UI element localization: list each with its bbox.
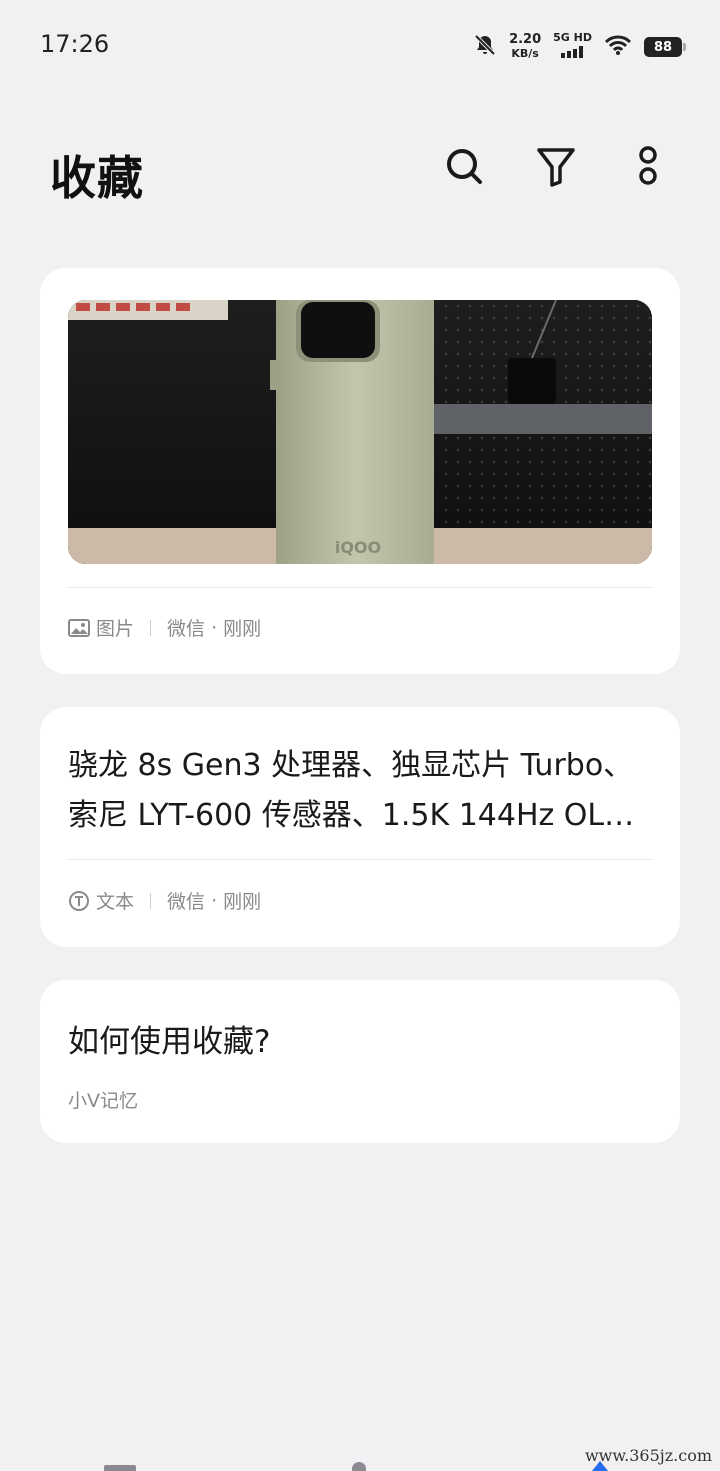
meta-separator (150, 892, 152, 909)
card-type-label: 文本 (96, 891, 135, 913)
card-text-line: 索尼 LYT-600 传感器、1.5K 144Hz OLED… (68, 798, 652, 833)
bottom-nav-item[interactable] (104, 1465, 136, 1471)
app-header: 收藏 (0, 120, 720, 220)
network-type: 5G HD (553, 31, 592, 44)
card-text-line: 骁龙 8s Gen3 处理器、独显芯片 Turbo、 (68, 748, 634, 783)
help-card[interactable]: 如何使用收藏? 小V记忆 (40, 980, 680, 1143)
card-type-label: 图片 (96, 618, 135, 640)
net-speed-unit: KB/s (511, 47, 539, 60)
filter-button[interactable] (532, 144, 580, 192)
status-bar: 17:26 2.20 KB/s 5G HD 88 (0, 0, 720, 94)
help-title: 如何使用收藏? (68, 1024, 271, 1060)
card-time: 刚刚 (223, 618, 262, 640)
card-text-content: 骁龙 8s Gen3 处理器、独显芯片 Turbo、 索尼 LYT-600 传感… (68, 741, 652, 841)
meta-separator (150, 619, 152, 636)
more-options-button[interactable] (624, 144, 672, 192)
search-button[interactable] (440, 144, 488, 192)
meta-dot: · (205, 616, 224, 639)
card-time: 刚刚 (223, 891, 262, 913)
status-icons: 2.20 KB/s 5G HD 88 (473, 30, 686, 64)
network-speed: 2.20 KB/s (509, 33, 541, 61)
card-source: 微信 (167, 891, 206, 913)
meta-dot: · (205, 889, 224, 912)
image-icon (68, 618, 90, 637)
bottom-nav-item[interactable] (352, 1462, 366, 1471)
status-time: 17:26 (40, 30, 110, 58)
page-title: 收藏 (50, 151, 144, 205)
more-vertical-icon (636, 144, 660, 192)
battery-indicator: 88 (644, 37, 686, 57)
wifi-icon (604, 34, 632, 60)
favorite-card-image[interactable]: iQOO 图片 微信 · 刚刚 (40, 268, 680, 674)
card-divider (68, 859, 652, 860)
favorite-card-text[interactable]: 骁龙 8s Gen3 处理器、独显芯片 Turbo、 索尼 LYT-600 传感… (40, 707, 680, 947)
card-source: 微信 (167, 618, 206, 640)
favorite-photo[interactable]: iQOO (68, 300, 652, 564)
mute-bell-icon (473, 33, 497, 61)
search-icon (444, 146, 484, 190)
card-meta: 图片 微信 · 刚刚 (68, 614, 261, 641)
signal-bars-icon (560, 43, 586, 62)
help-source: 小V记忆 (68, 1090, 138, 1112)
net-speed-value: 2.20 (509, 32, 542, 47)
phone-brand-logo: iQOO (335, 538, 381, 557)
cellular-indicator: 5G HD (553, 32, 592, 62)
card-meta: 文本 微信 · 刚刚 (68, 887, 261, 914)
text-type-icon (68, 890, 90, 912)
card-divider (68, 587, 652, 588)
watermark-text: www.365jz.com (584, 1446, 712, 1465)
filter-icon (536, 145, 576, 191)
